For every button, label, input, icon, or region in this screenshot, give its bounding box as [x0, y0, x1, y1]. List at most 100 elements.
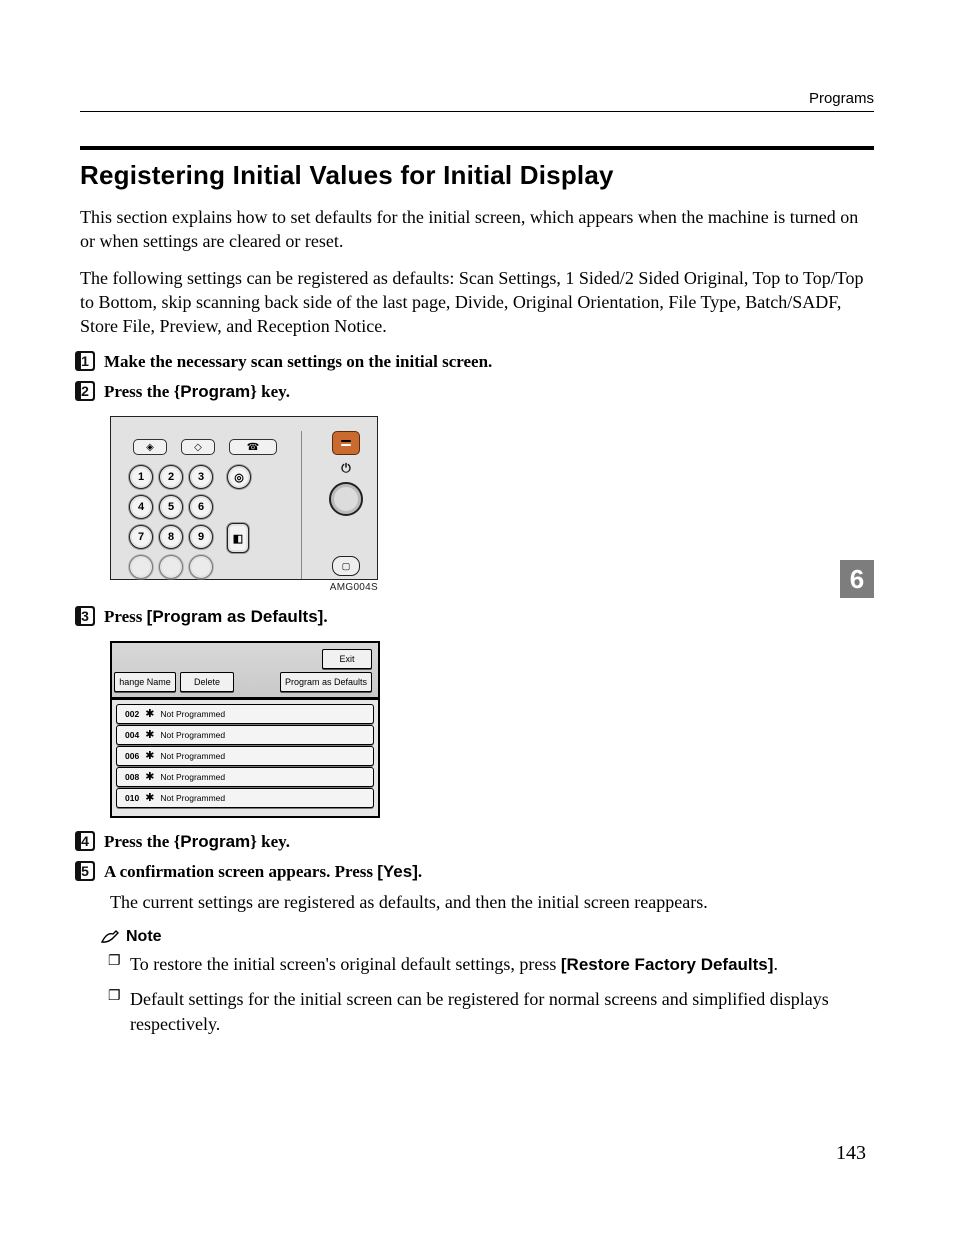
program-as-defaults-button[interactable]: Program as Defaults: [280, 672, 372, 692]
panel-right-column: ⏻ ▢: [329, 431, 363, 579]
start-key-icon: [329, 482, 363, 516]
note-list: To restore the initial screen's original…: [108, 952, 874, 1036]
svg-text:3: 3: [81, 608, 89, 624]
note-item-2: Default settings for the initial screen …: [108, 987, 874, 1036]
step-badge-1-icon: 1: [74, 350, 96, 372]
list-item[interactable]: 006✱Not Programmed: [116, 746, 374, 766]
star-icon: ✱: [145, 773, 154, 781]
keypad-dot: [129, 555, 153, 579]
figure-code: AMG004S: [110, 582, 378, 593]
row-number: 010: [125, 793, 139, 803]
figure-lcd: Exit hange Name Delete Program as Defaul…: [110, 641, 874, 818]
figure-control-panel: ◈ ◇ ☎ 1 2 3 4 5: [110, 416, 874, 593]
program-key-1: Program: [180, 382, 250, 401]
star-icon: ✱: [145, 710, 154, 718]
step-2-text: Press the {Program} key.: [104, 380, 290, 404]
step-4-suffix: key.: [257, 832, 290, 851]
intro-paragraph-1: This section explains how to set default…: [80, 205, 874, 254]
keypad-6: 6: [189, 495, 213, 519]
delete-button[interactable]: Delete: [180, 672, 234, 692]
keypad-7: 7: [129, 525, 153, 549]
step-3-suffix: .: [323, 607, 327, 626]
step-1-text: Make the necessary scan settings on the …: [104, 350, 492, 374]
keypad-1: 1: [129, 465, 153, 489]
step-badge-4-icon: 4: [74, 830, 96, 852]
note-pen-icon: [100, 929, 120, 945]
svg-text:1: 1: [81, 353, 89, 369]
svg-text:5: 5: [81, 863, 89, 879]
running-header: Programs: [80, 90, 874, 107]
row-number: 004: [125, 730, 139, 740]
row-number: 002: [125, 709, 139, 719]
panel-pill-2: ◇: [181, 439, 215, 455]
step-badge-5-icon: 5: [74, 860, 96, 882]
page-number: 143: [836, 1142, 866, 1165]
lcd-header: Exit hange Name Delete Program as Defaul…: [112, 643, 378, 700]
program-key-icon: ◧: [227, 523, 249, 553]
step-5-followup: The current settings are registered as d…: [110, 890, 874, 914]
keypad-0: [159, 555, 183, 579]
step-4: 4 Press the {Program} key.: [74, 830, 874, 854]
power-symbol-icon: ⏻: [341, 461, 351, 476]
yes-label: [Yes]: [377, 862, 418, 881]
intro-paragraph-2: The following settings can be registered…: [80, 266, 874, 339]
note-header: Note: [100, 928, 874, 946]
control-panel-illustration: ◈ ◇ ☎ 1 2 3 4 5: [110, 416, 378, 580]
step-badge-3-icon: 3: [74, 605, 96, 627]
clear-key-icon: ◎: [227, 465, 251, 489]
panel-pill-1: ◈: [133, 439, 167, 455]
step-3: 3 Press [Program as Defaults].: [74, 605, 874, 629]
step-2-suffix: key.: [257, 382, 290, 401]
svg-text:2: 2: [81, 383, 89, 399]
program-as-defaults-label: [Program as Defaults]: [147, 607, 324, 626]
page: Programs Registering Initial Values for …: [0, 0, 954, 1235]
keypad-4: 4: [129, 495, 153, 519]
keypad-9: 9: [189, 525, 213, 549]
step-5-text: A confirmation screen appears. Press [Ye…: [104, 860, 422, 884]
row-status: Not Programmed: [160, 751, 225, 761]
keypad-hash: [189, 555, 213, 579]
step-3-text: Press [Program as Defaults].: [104, 605, 328, 629]
program-highlight-icon: [332, 431, 360, 455]
step-4-text: Press the {Program} key.: [104, 830, 290, 854]
panel-divider: [301, 431, 302, 579]
row-status: Not Programmed: [160, 709, 225, 719]
title-rule: [80, 146, 874, 150]
step-4-prefix: Press the: [104, 832, 174, 851]
header-rule: [80, 111, 874, 112]
program-list: 002 ✱ Not Programmed 004 ✱ Not Programmed 00…: [112, 700, 378, 816]
list-item[interactable]: 004✱Not Programmed: [116, 725, 374, 745]
keypad-5: 5: [159, 495, 183, 519]
panel-pill-3: ☎: [229, 439, 277, 455]
page-title: Registering Initial Values for Initial D…: [80, 160, 874, 191]
program-key-2: Program: [180, 832, 250, 851]
step-5: 5 A confirmation screen appears. Press […: [74, 860, 874, 884]
change-name-button[interactable]: hange Name: [114, 672, 176, 692]
step-5-suffix: .: [418, 862, 422, 881]
step-badge-2-icon: 2: [74, 380, 96, 402]
step-1: 1 Make the necessary scan settings on th…: [74, 350, 874, 374]
note-1-suffix: .: [773, 954, 778, 974]
keypad-8: 8: [159, 525, 183, 549]
keypad-3: 3: [189, 465, 213, 489]
step-2-prefix: Press the: [104, 382, 174, 401]
note-1-prefix: To restore the initial screen's original…: [130, 954, 561, 974]
exit-button[interactable]: Exit: [322, 649, 372, 669]
row-status: Not Programmed: [160, 772, 225, 782]
keypad-2: 2: [159, 465, 183, 489]
step-3-prefix: Press: [104, 607, 147, 626]
section-name: Programs: [809, 90, 874, 107]
step-5-prefix: A confirmation screen appears. Press: [104, 862, 377, 881]
list-item[interactable]: 002 ✱ Not Programmed: [116, 704, 374, 724]
restore-factory-defaults-label: [Restore Factory Defaults]: [561, 955, 774, 974]
star-icon: ✱: [145, 731, 154, 739]
svg-text:4: 4: [81, 833, 89, 849]
step-2: 2 Press the {Program} key.: [74, 380, 874, 404]
list-item[interactable]: 010 ✱ Not Programmed: [116, 788, 374, 808]
row-status: Not Programmed: [160, 793, 225, 803]
list-item[interactable]: 008✱Not Programmed: [116, 767, 374, 787]
note-item-1: To restore the initial screen's original…: [108, 952, 874, 977]
chapter-tab: 6: [840, 560, 874, 598]
star-icon: ✱: [145, 794, 154, 802]
numeric-keypad: 1 2 3 4 5 6 7 8: [129, 465, 213, 579]
